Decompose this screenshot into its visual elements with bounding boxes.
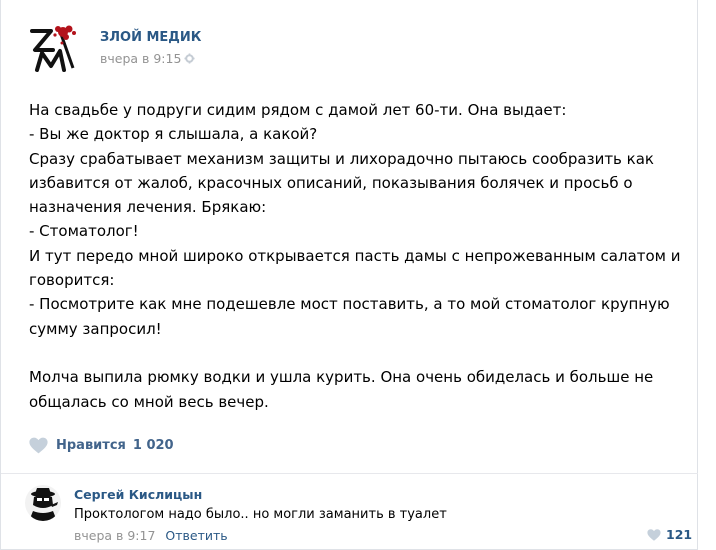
comment-author-avatar[interactable] xyxy=(25,485,61,521)
post-text-line xyxy=(29,341,684,365)
zm-logo xyxy=(30,25,76,72)
comment-time[interactable]: вчера в 9:17 xyxy=(74,528,155,543)
comment-meta: вчера в 9:17 Ответить xyxy=(74,528,228,543)
gear-icon xyxy=(184,53,195,64)
post-text-line: говорится: xyxy=(29,271,115,290)
community-avatar[interactable] xyxy=(29,22,81,74)
post-text-line: - Вы же доктор я слышала, а какой? xyxy=(29,125,318,144)
post-text: На свадьбе у подруги сидим рядом с дамой… xyxy=(29,98,684,414)
like-count: 1 020 xyxy=(132,438,174,453)
post-text-line: сумму запросил! xyxy=(29,319,162,338)
post-text-line: назначения лечения. Брякаю: xyxy=(29,198,267,217)
like-button[interactable]: Нравится 1 020 xyxy=(29,437,174,454)
post-time[interactable]: вчера в 9:15 xyxy=(100,51,195,66)
user-avatar-image xyxy=(25,485,61,521)
reply-button[interactable]: Ответить xyxy=(165,528,227,543)
post-author[interactable]: ЗЛОЙ МЕДИК xyxy=(100,30,201,45)
post-text-line: избавится от жалоб, красочных описаний, … xyxy=(29,173,633,192)
post-text-line: Сразу срабатывает механизм защиты и лихо… xyxy=(29,149,654,168)
post-text-line: Молча выпила рюмку водки и ушла курить. … xyxy=(29,368,654,387)
comment-author[interactable]: Сергей Кислицын xyxy=(74,487,202,502)
post-text-line: - Посмотрите как мне подешевле мост пост… xyxy=(29,295,670,314)
comment-like-button[interactable]: 121 xyxy=(647,527,692,542)
divider xyxy=(1,473,698,474)
wall-post: ЗЛОЙ МЕДИК вчера в 9:15 На свадьбе у под… xyxy=(0,0,698,550)
comment-text: Проктологом надо было.. но могли заманит… xyxy=(74,507,447,522)
post-text-line: На свадьбе у подруги сидим рядом с дамой… xyxy=(29,101,567,119)
post-time-text: вчера в 9:15 xyxy=(100,51,182,66)
like-label: Нравится xyxy=(56,438,126,453)
heart-icon xyxy=(29,437,48,454)
heart-icon xyxy=(647,528,661,541)
post-text-line: И тут передо мной широко открывается пас… xyxy=(29,246,681,265)
post-text-line: - Стоматолог! xyxy=(29,222,139,241)
post-text-line: общалась со мной весь вечер. xyxy=(29,392,269,411)
comment-like-count: 121 xyxy=(666,527,693,542)
